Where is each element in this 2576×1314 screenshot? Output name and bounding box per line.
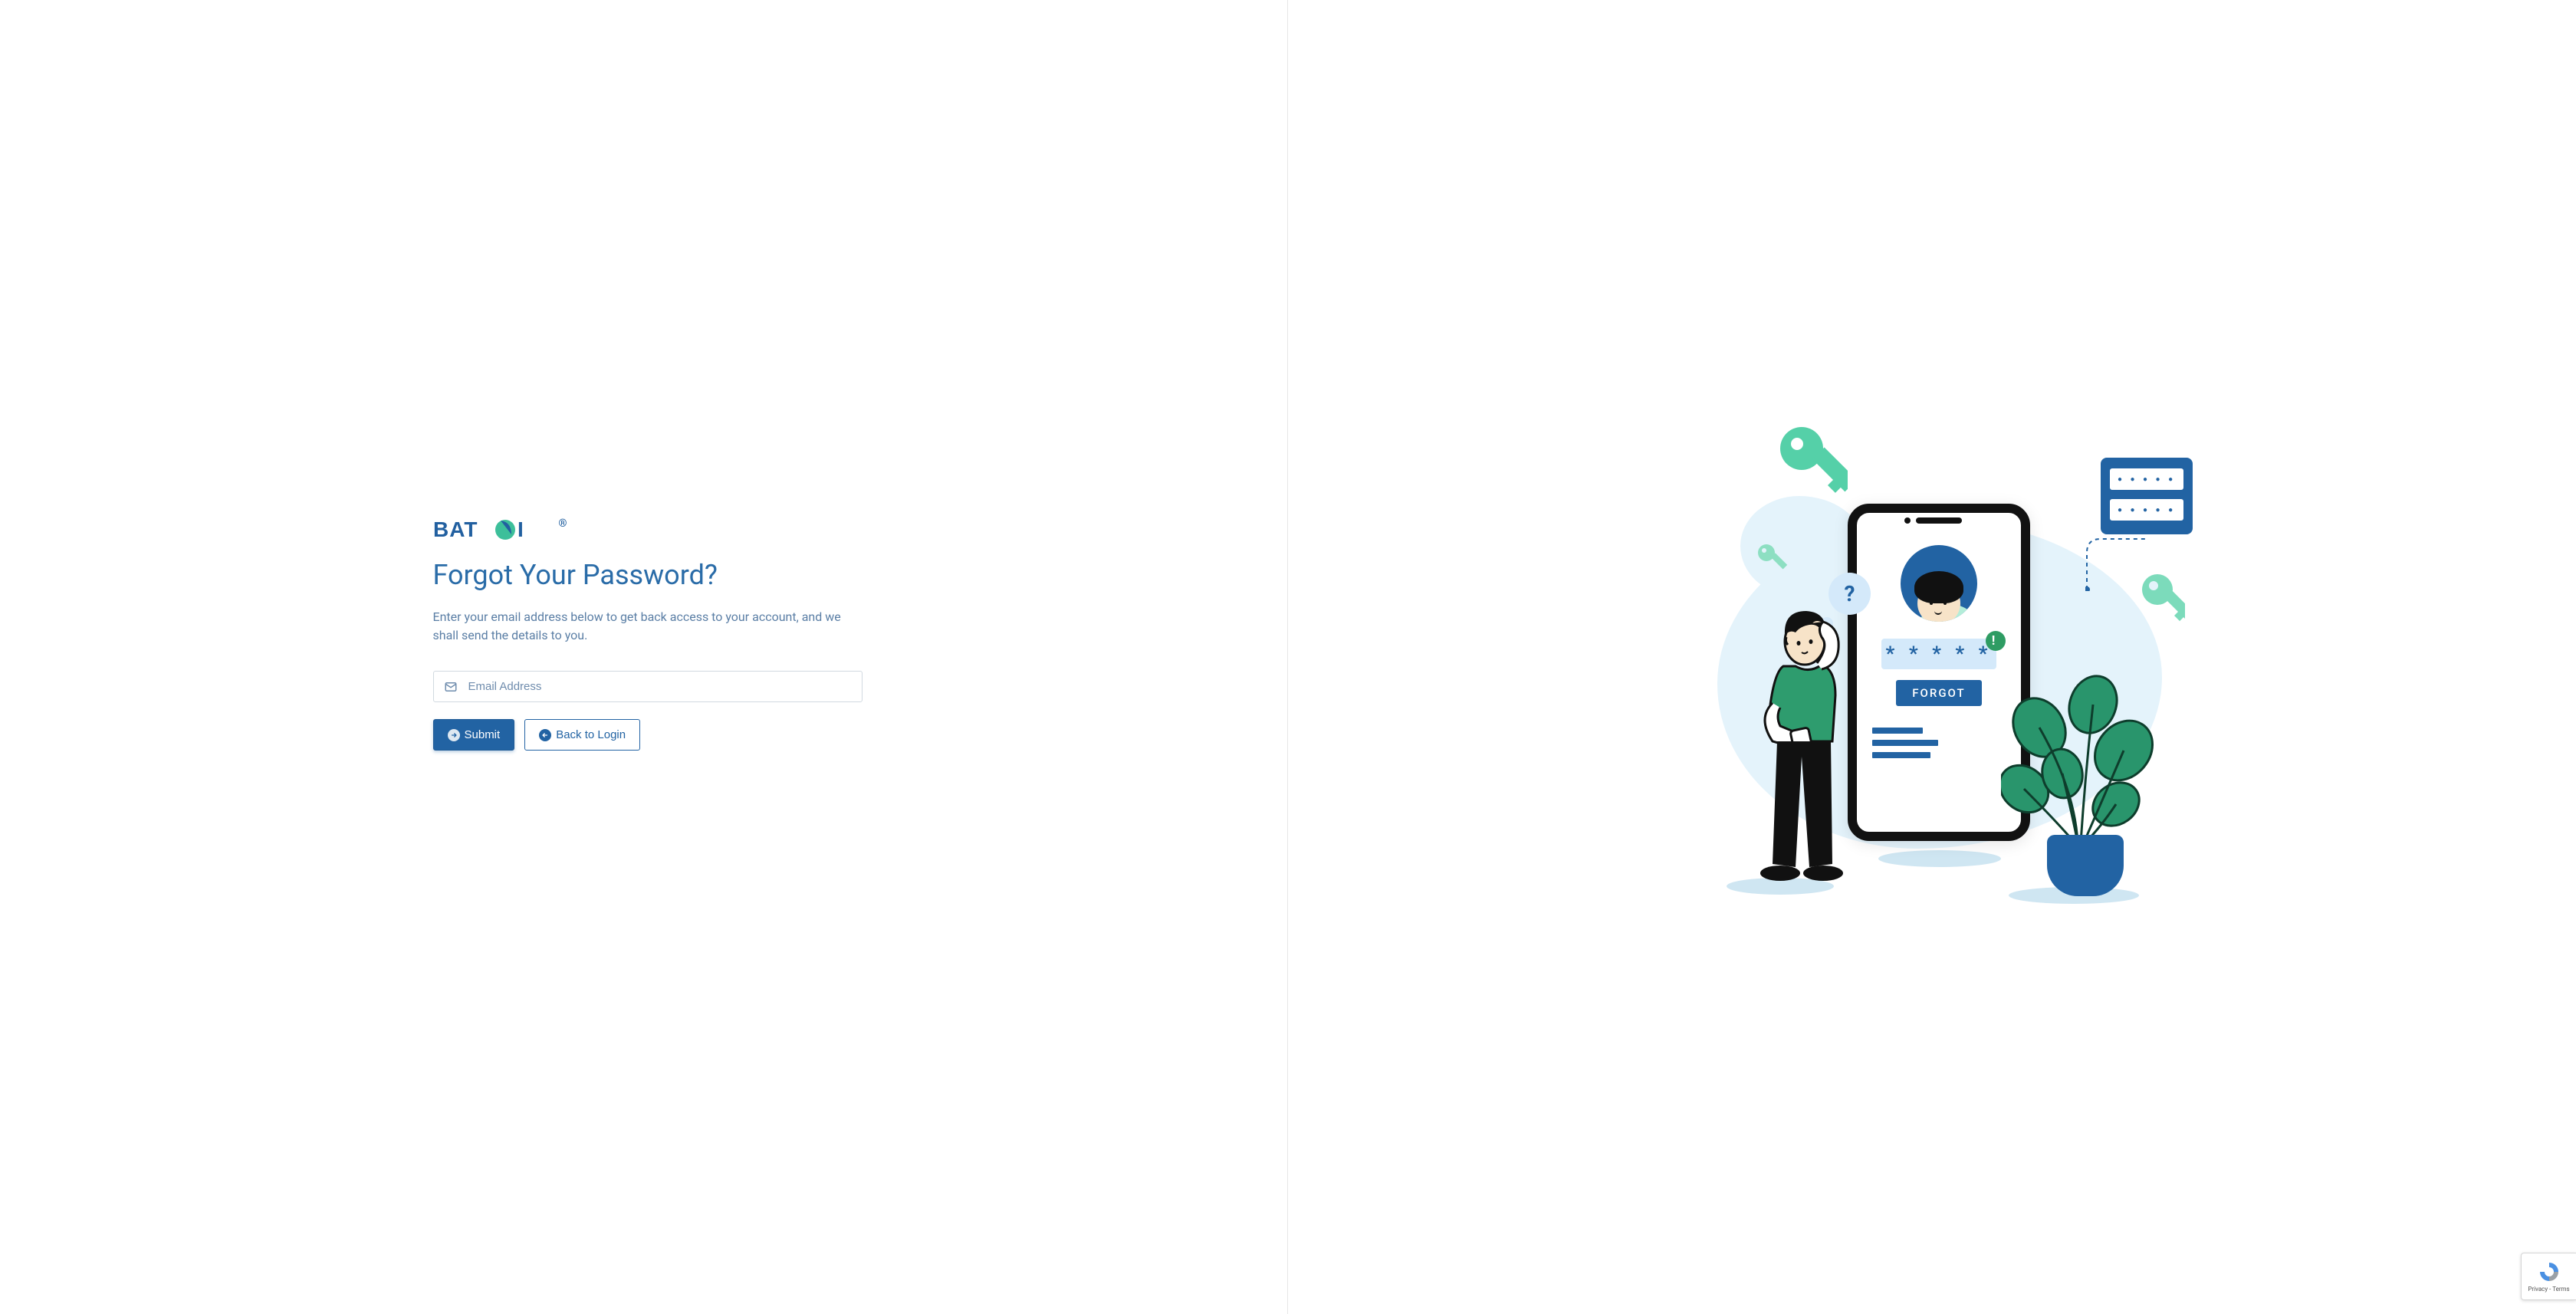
svg-text:I: I [518,517,524,541]
forgot-label: FORGOT [1896,680,1982,706]
recaptcha-badge[interactable]: Privacy - Terms [2521,1253,2576,1300]
phone-notch [1916,517,1962,524]
plant-illustration [2001,666,2154,896]
submit-button[interactable]: Submit [433,719,515,751]
email-input-wrap [433,671,863,702]
page-container: BAT I ® Forgot Your Password? Enter your… [0,0,2576,1314]
plant-pot [2047,835,2124,896]
form-panel: BAT I ® Forgot Your Password? Enter your… [0,0,1288,1314]
text-lines [1872,728,1938,764]
key-icon [1779,425,1848,510]
submit-label: Submit [465,728,501,741]
button-row: Submit Back to Login [433,719,863,751]
page-description: Enter your email address below to get ba… [433,608,863,645]
password-masked: * * * * * ! [1881,639,1996,669]
avatar-icon [1901,545,1977,622]
page-title: Forgot Your Password? [433,559,863,591]
masked-text: * * * * * [1886,642,1993,665]
recaptcha-links: Privacy - Terms [2528,1286,2569,1293]
form-inner: BAT I ® Forgot Your Password? Enter your… [426,517,863,751]
cred-field-2: ● ● ● ● ● [2110,499,2183,521]
brand-name: BAT I [433,517,556,542]
brand-logo: BAT I ® [433,517,863,542]
illustration-panel: ● ● ● ● ● ● ● ● ● ● [1288,0,2576,1314]
person-illustration [1725,603,1863,887]
connector-line [2085,537,2147,591]
arrow-right-icon [448,729,460,741]
shadow [1878,850,2001,867]
credentials-card: ● ● ● ● ● ● ● ● ● ● [2101,458,2193,534]
back-label: Back to Login [556,728,626,741]
phone-camera [1904,517,1911,524]
email-field[interactable] [433,671,863,702]
email-icon [444,680,458,694]
brand-registered: ® [559,517,567,530]
batoi-logo-icon: BAT I [433,517,556,542]
alert-icon: ! [1986,631,2006,651]
illustration: ● ● ● ● ● ● ● ● ● ● [1694,412,2170,902]
recaptcha-icon [2538,1260,2561,1283]
arrow-left-icon [539,729,551,741]
svg-text:BAT: BAT [433,517,478,541]
key-icon-small [1756,542,1788,574]
back-to-login-button[interactable]: Back to Login [524,719,640,751]
cred-field-1: ● ● ● ● ● [2110,468,2183,490]
